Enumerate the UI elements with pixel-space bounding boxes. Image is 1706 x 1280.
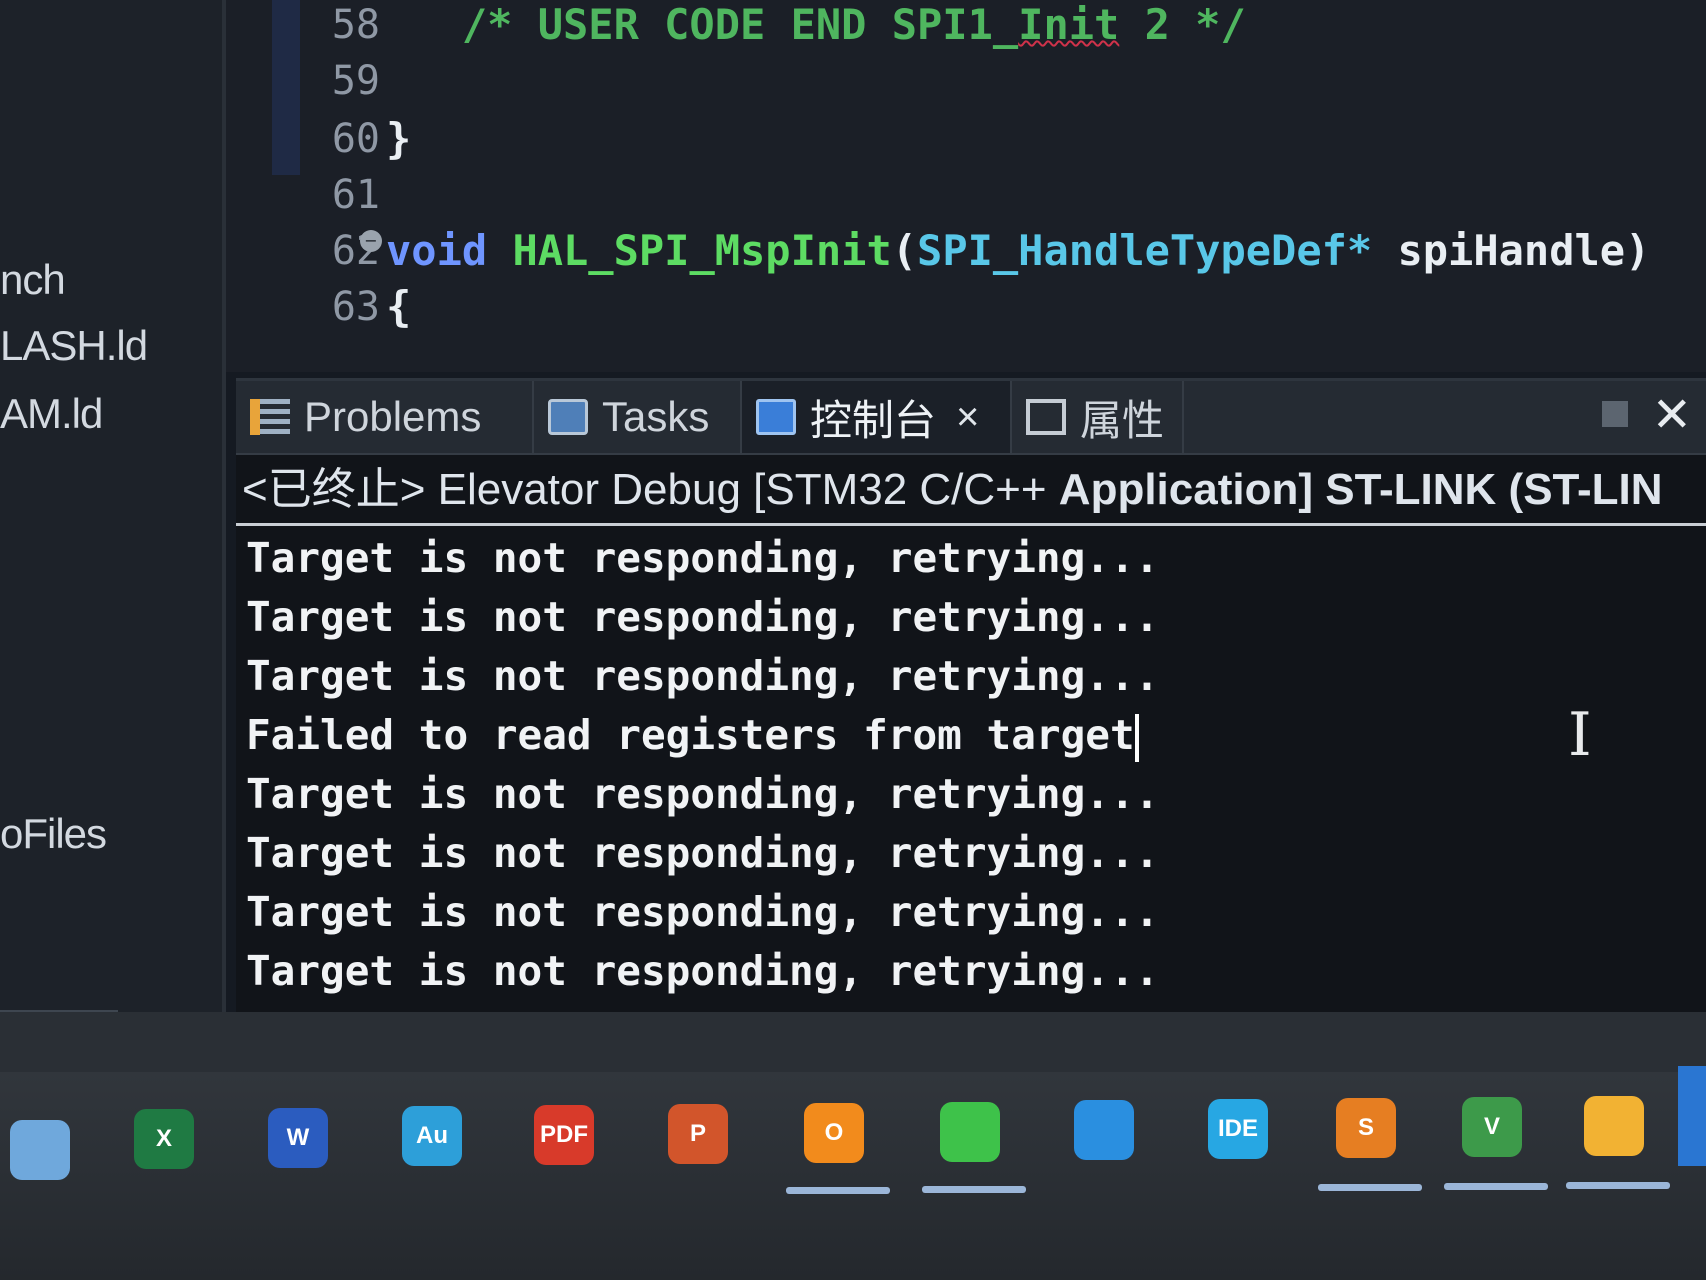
- close-panel-button[interactable]: ✕: [1652, 387, 1692, 443]
- taskbar-app-label: IDE: [1217, 1115, 1258, 1142]
- console-line-text: Failed to read registers from target: [246, 711, 1135, 759]
- explorer-item-ram-ld[interactable]: AM.ld: [0, 390, 103, 438]
- code-token: (: [891, 226, 918, 275]
- code-token: {: [386, 282, 412, 331]
- line-number: 63: [331, 284, 380, 330]
- visio-icon[interactable]: V: [1462, 1097, 1522, 1157]
- session-status: <已终止>: [242, 465, 426, 514]
- console-session-title: <已终止> Elevator Debug [STM32 C/C++ Applic…: [242, 461, 1702, 519]
- tab-label: Problems: [304, 393, 482, 440]
- code-text: {: [386, 278, 411, 336]
- project-explorer: nch LASH.ld AM.ld oFiles: [0, 0, 226, 1014]
- file-explorer-icon[interactable]: [1584, 1096, 1644, 1156]
- pdf-reader-icon[interactable]: PDF: [534, 1105, 594, 1165]
- panel-tabbar: Problems Tasks 控制台 × 属性 ✕: [236, 381, 1706, 455]
- desktop-background: [0, 1012, 1706, 1072]
- powerpoint-icon[interactable]: P: [668, 1104, 728, 1164]
- taskbar: X W Au PDF P O IDE S V: [0, 1072, 1706, 1280]
- taskbar-app-label: O: [824, 1119, 844, 1146]
- console-line: Target is not responding, retrying...: [246, 593, 1160, 641]
- close-icon[interactable]: ×: [956, 395, 979, 440]
- console-line: Target is not responding, retrying...: [246, 829, 1160, 877]
- running-indicator: [922, 1186, 1026, 1193]
- taskbar-app-label: W: [286, 1124, 310, 1151]
- minimize-panel-button[interactable]: [1602, 401, 1628, 427]
- code-token: HAL_SPI_MspInit: [512, 226, 892, 275]
- session-name-bold: Application] ST-LINK (ST-LIN: [1058, 465, 1663, 514]
- code-text: void HAL_SPI_MspInit(SPI_HandleTypeDef* …: [386, 222, 1650, 280]
- code-line[interactable]: 63{: [226, 278, 1706, 336]
- problems-icon: [250, 399, 290, 435]
- code-token: spiHandle): [1372, 226, 1651, 275]
- console-line: Target is not responding, retrying...: [246, 770, 1160, 818]
- audition-icon[interactable]: Au: [402, 1106, 462, 1166]
- taskbar-edge: [1678, 1066, 1706, 1166]
- console-icon: [756, 399, 796, 435]
- console-line: Target is not responding, retrying...: [246, 534, 1160, 582]
- tab-problems[interactable]: Problems: [236, 381, 534, 453]
- code-text: /* USER CODE END SPI1_Init 2 */: [386, 0, 1246, 54]
- explorer-item-flash-ld[interactable]: LASH.ld: [0, 322, 148, 370]
- code-editor[interactable]: 58 /* USER CODE END SPI1_Init 2 */59 60} 6…: [226, 0, 1706, 372]
- session-name: Elevator Debug [STM32 C/C++: [425, 465, 1059, 514]
- console-line: Target is not responding, retrying...: [246, 888, 1160, 936]
- taskbar-app-label: PDF: [540, 1121, 588, 1148]
- bottom-panel: Problems Tasks 控制台 × 属性 ✕ <已终止> Elevator…: [236, 378, 1706, 1013]
- code-text: }: [386, 110, 411, 168]
- taskbar-app-label: V: [1483, 1113, 1500, 1140]
- ibeam-cursor-icon: I: [1568, 700, 1592, 770]
- console-line: Target is not responding, retrying...: [246, 947, 1160, 995]
- opera-store-icon[interactable]: O: [804, 1103, 864, 1163]
- tab-label: 属性: [1080, 396, 1165, 444]
- taskbar-app-label: P: [689, 1120, 706, 1147]
- fold-toggle-icon[interactable]: −: [360, 230, 382, 252]
- line-number: 60: [331, 116, 380, 162]
- code-token: void: [386, 226, 513, 275]
- running-indicator: [786, 1187, 890, 1194]
- excel-icon[interactable]: X: [134, 1109, 194, 1169]
- code-token: Init: [1018, 0, 1120, 49]
- this-pc-icon[interactable]: [10, 1120, 70, 1180]
- tasks-icon: [548, 399, 588, 435]
- code-line[interactable]: 61: [226, 166, 1706, 224]
- console-output[interactable]: Target is not responding, retrying... Ta…: [246, 529, 1686, 1001]
- code-token: }: [386, 114, 412, 163]
- taskbar-app-label: Au: [416, 1122, 448, 1149]
- word-icon[interactable]: W: [268, 1108, 328, 1168]
- taskbar-app-label: X: [155, 1125, 172, 1152]
- text-caret: [1134, 714, 1139, 762]
- running-indicator: [1566, 1182, 1670, 1189]
- code-line[interactable]: 62− void HAL_SPI_MspInit(SPI_HandleTypeDe…: [226, 222, 1706, 280]
- ide-icon[interactable]: IDE: [1208, 1099, 1268, 1159]
- wechat-icon[interactable]: [940, 1102, 1000, 1162]
- console-line-error: Failed to read registers from target: [246, 706, 1686, 765]
- tab-properties[interactable]: 属性: [1012, 381, 1184, 453]
- running-indicator: [1318, 1184, 1422, 1191]
- code-line[interactable]: 59: [226, 52, 1706, 110]
- code-token: 2 */: [1119, 0, 1246, 49]
- explorer-item-launch[interactable]: nch: [0, 256, 66, 304]
- sublime-icon[interactable]: S: [1336, 1098, 1396, 1158]
- explorer-item-repofiles[interactable]: oFiles: [0, 810, 107, 858]
- properties-icon: [1026, 399, 1066, 435]
- vscode-icon[interactable]: [1074, 1100, 1134, 1160]
- console-divider: [236, 523, 1706, 526]
- code-line[interactable]: 60}: [226, 110, 1706, 168]
- code-token: SPI_HandleTypeDef*: [917, 226, 1373, 275]
- line-number: 58: [331, 2, 380, 48]
- tab-console[interactable]: 控制台 ×: [742, 381, 1012, 453]
- tab-tasks[interactable]: Tasks: [534, 381, 742, 453]
- code-line[interactable]: 58 /* USER CODE END SPI1_Init 2 */: [226, 0, 1706, 54]
- taskbar-app-label: S: [1357, 1114, 1374, 1141]
- line-number: 59: [331, 58, 380, 104]
- console-line: Target is not responding, retrying...: [246, 652, 1160, 700]
- running-indicator: [1444, 1183, 1548, 1190]
- tab-label: 控制台: [810, 396, 937, 444]
- line-number: 61: [331, 172, 380, 218]
- tab-label: Tasks: [602, 393, 710, 440]
- code-token: /* USER CODE END SPI1_: [386, 0, 1019, 49]
